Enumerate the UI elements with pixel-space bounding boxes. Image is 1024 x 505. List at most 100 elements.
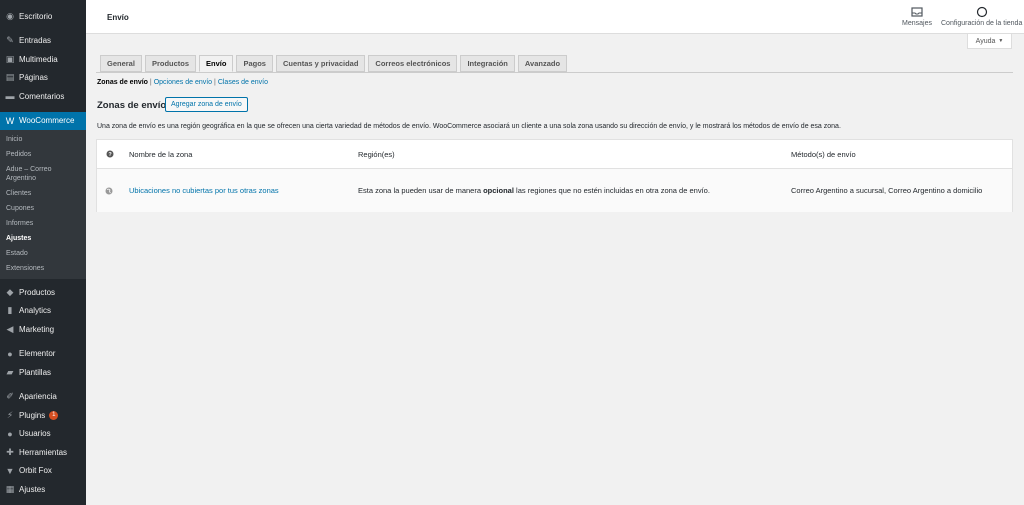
menu-item-herramientas[interactable]: ✚ Herramientas (0, 443, 86, 462)
menu-item-marketing[interactable]: ◀ Marketing (0, 320, 86, 339)
menu-label: Apariencia (19, 392, 57, 402)
menu-label: Escritorio (19, 11, 53, 21)
tab-pagos[interactable]: Pagos (236, 55, 273, 72)
column-header-region: Región(es) (358, 149, 395, 159)
settings-icon: ▦ (5, 483, 15, 494)
submenu-item-cupones[interactable]: Cupones (0, 201, 86, 216)
menu-label: Elementor (19, 349, 56, 359)
table-row: Ubicaciones no cubiertas por tus otras z… (97, 169, 1012, 212)
wrench-icon: ✚ (6, 446, 14, 457)
subsection-options-link[interactable]: Opciones de envío (154, 79, 212, 86)
menu-item-escritorio[interactable]: ◉ Escritorio (0, 7, 86, 26)
tab-correos[interactable]: Correos electrónicos (368, 55, 458, 72)
help-tab[interactable]: Ayuda ▼ (967, 34, 1012, 49)
submenu-item-extensiones[interactable]: Extensiones (0, 261, 86, 276)
submenu-item-pedidos[interactable]: Pedidos (0, 147, 86, 162)
tab-integracion[interactable]: Integración (460, 55, 515, 72)
menu-label: Orbit Fox (19, 466, 52, 476)
zone-methods: Correo Argentino a sucursal, Correo Arge… (791, 186, 983, 195)
store-setup-label: Configuración de la tienda (941, 20, 1023, 27)
menu-item-orbit-fox[interactable]: ▼ Orbit Fox (0, 462, 86, 481)
menu-label: Productos (19, 287, 56, 297)
messages-button[interactable]: Mensajes (902, 6, 932, 27)
zones-table: ? Nombre de la zona Región(es) Método(s)… (96, 139, 1013, 212)
menu-item-analytics[interactable]: ▮ Analytics (0, 302, 86, 321)
tab-general[interactable]: General (100, 55, 142, 72)
menu-item-plugins[interactable]: ⚡ Plugins 1 (0, 406, 86, 425)
menu-label: Multimedia (19, 54, 58, 64)
subsection-classes-link[interactable]: Clases de envío (218, 79, 268, 86)
megaphone-icon: ◀ (6, 323, 14, 334)
menu-label: Plugins (19, 410, 46, 420)
table-header: ? Nombre de la zona Región(es) Método(s)… (97, 140, 1012, 169)
admin-sidebar: ◉ Escritorio ✎ Entradas ▣ Multimedia ▤ Págin… (0, 0, 86, 505)
menu-item-ajustes[interactable]: ▦ Ajustes (0, 480, 86, 499)
menu-label: Ajustes (19, 484, 46, 494)
submenu-item-correo-argentino[interactable]: Adue – Correo Argentino (0, 162, 70, 186)
menu-label: Herramientas (19, 447, 68, 457)
menu-item-paginas[interactable]: ▤ Páginas (0, 69, 86, 88)
tab-productos[interactable]: Productos (144, 55, 197, 72)
comment-icon: ▬ (5, 91, 15, 102)
submenu-item-clientes[interactable]: Clientes (0, 186, 86, 201)
menu-item-woocommerce[interactable]: W WooCommerce (0, 111, 86, 130)
tabs-divider (96, 72, 1013, 73)
woocommerce-submenu: Inicio Pedidos Adue – Correo Argentino C… (0, 130, 86, 279)
user-icon: ● (7, 428, 13, 439)
column-header-methods: Método(s) de envío (791, 149, 856, 159)
page-header: Envío Mensajes Configuración de la tiend… (86, 0, 1024, 34)
media-icon: ▣ (5, 53, 15, 64)
menu-item-entradas[interactable]: ✎ Entradas (0, 32, 86, 51)
menu-item-elementor[interactable]: ● Elementor (0, 345, 86, 364)
separator: | (149, 79, 152, 86)
submenu-item-estado[interactable]: Estado (0, 246, 86, 261)
store-setup-button[interactable]: Configuración de la tienda (941, 6, 1022, 27)
submenu-item-informes[interactable]: Informes (0, 216, 86, 231)
column-header-name: Nombre de la zona (129, 149, 193, 159)
menu-item-apariencia[interactable]: ✐ Apariencia (0, 388, 86, 407)
menu-label: WooCommerce (19, 116, 75, 126)
zone-name-link[interactable]: Ubicaciones no cubiertas por tus otras z… (129, 169, 279, 212)
menu-item-plantillas[interactable]: ▰ Plantillas (0, 363, 86, 382)
woocommerce-icon: W (5, 115, 15, 126)
menu-item-productos[interactable]: ◆ Productos (0, 283, 86, 302)
brush-icon: ✐ (6, 391, 14, 402)
progress-circle-icon (976, 6, 987, 18)
fox-icon: ▼ (5, 465, 15, 476)
box-icon: ◆ (6, 286, 14, 297)
menu-label: Entradas (19, 36, 52, 46)
menu-item-multimedia[interactable]: ▣ Multimedia (0, 50, 86, 69)
dashboard-icon: ◉ (6, 10, 14, 21)
add-zone-button[interactable]: Agregar zona de envío (165, 97, 248, 112)
separator: | (214, 79, 216, 86)
submenu-item-inicio[interactable]: Inicio (0, 132, 86, 147)
menu-label: Analytics (19, 306, 52, 316)
settings-tabs: General Productos Envío Pagos Cuentas y … (100, 55, 568, 72)
section-heading: Zonas de envío (97, 100, 167, 111)
menu-item-usuarios[interactable]: ● Usuarios (0, 425, 86, 444)
chart-icon: ▮ (7, 305, 13, 316)
help-icon[interactable]: ? (106, 140, 114, 168)
inbox-icon (911, 7, 923, 17)
tab-cuentas-privacidad[interactable]: Cuentas y privacidad (275, 55, 366, 72)
section-description: Una zona de envío es una región geográfi… (97, 123, 841, 130)
page-title: Envío (107, 13, 129, 22)
caret-down-icon: ▼ (998, 38, 1004, 44)
subsection-nav: Zonas de envío | Opciones de envío | Cla… (97, 79, 268, 86)
page-icon: ▤ (5, 72, 15, 83)
update-badge: 1 (49, 410, 59, 420)
help-label: Ayuda (975, 37, 996, 45)
elementor-icon: ● (7, 348, 13, 359)
region-bold: opcional (483, 186, 514, 195)
subsection-zones[interactable]: Zonas de envío (97, 79, 148, 86)
folder-icon: ▰ (6, 366, 14, 377)
tab-envio[interactable]: Envío (199, 55, 234, 72)
region-text: las regiones que no estén incluidas en o… (516, 186, 710, 195)
menu-item-comentarios[interactable]: ▬ Comentarios (0, 87, 86, 106)
globe-icon (105, 169, 113, 212)
menu-label: Páginas (19, 73, 48, 83)
tab-avanzado[interactable]: Avanzado (517, 55, 568, 72)
region-text: Esta zona la pueden usar de manera (358, 186, 481, 195)
pin-icon: ✎ (6, 35, 14, 46)
submenu-item-ajustes[interactable]: Ajustes (0, 231, 86, 246)
